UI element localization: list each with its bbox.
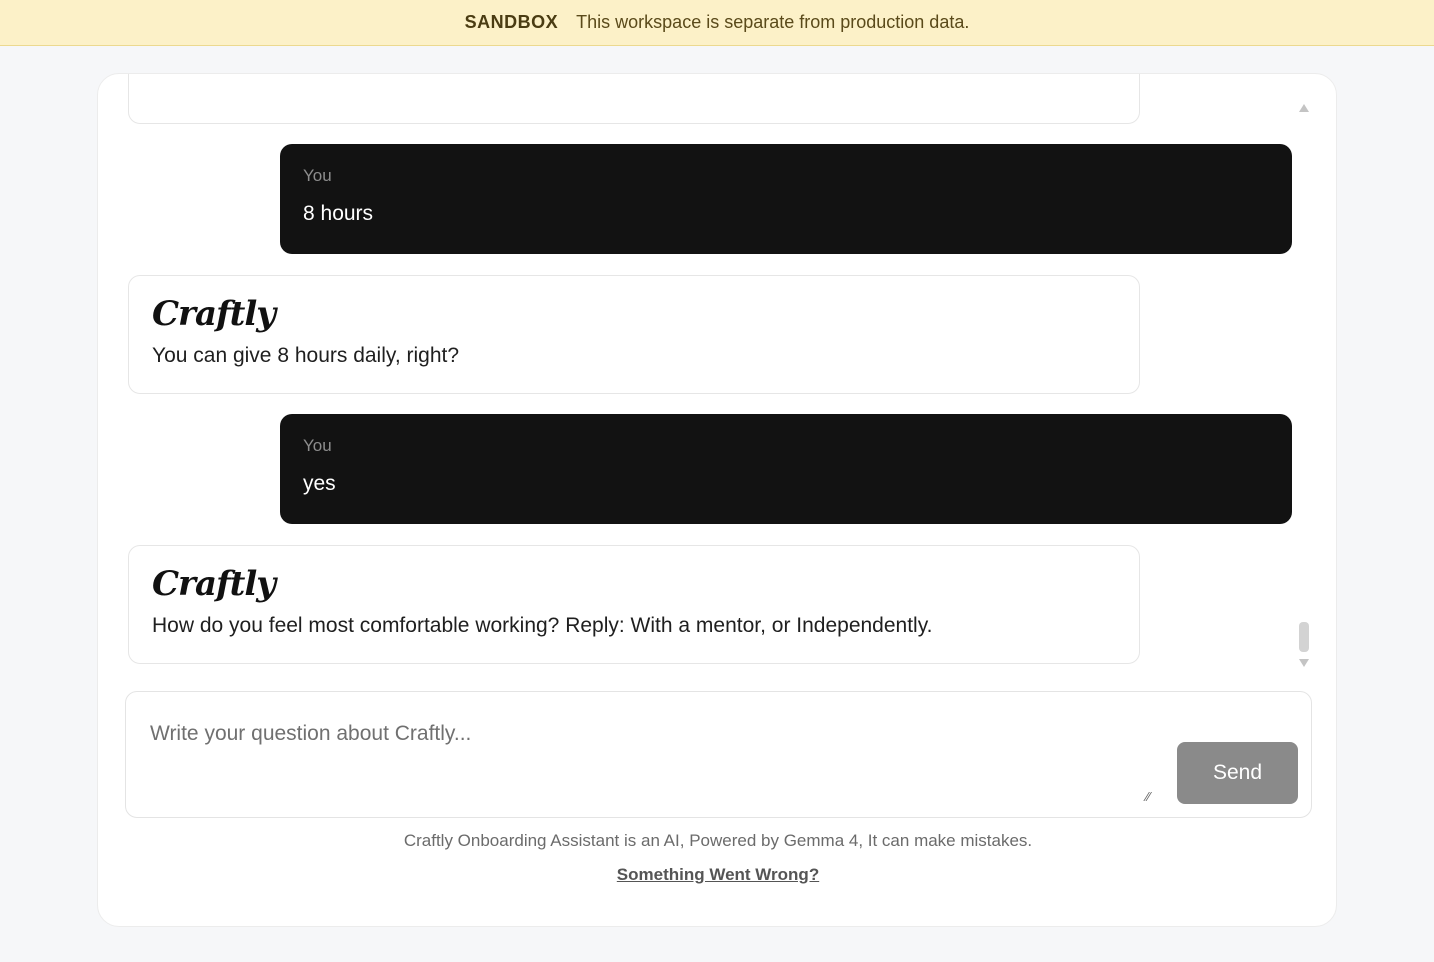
user-label: You <box>303 436 332 455</box>
ai-disclaimer: Craftly Onboarding Assistant is an AI, P… <box>403 831 1033 850</box>
something-went-wrong-link[interactable]: Something Went Wrong? <box>98 865 1338 885</box>
sandbox-message: This workspace is separate from producti… <box>576 12 970 32</box>
resize-handle-icon[interactable]: ⁄⁄ <box>1146 790 1160 804</box>
chat-card: You 8 hours Craftly You can give 8 hours… <box>97 73 1337 927</box>
user-message: You 8 hours <box>280 144 1292 254</box>
bot-message: Craftly You can give 8 hours daily, righ… <box>128 275 1140 394</box>
bot-message-text: You can give 8 hours daily, right? <box>152 344 460 367</box>
question-input[interactable] <box>150 722 1150 802</box>
send-button[interactable]: Send <box>1177 742 1298 804</box>
user-message-text: yes <box>303 472 336 495</box>
bot-message: Craftly How do you feel most comfortable… <box>128 545 1140 664</box>
user-message-text: 8 hours <box>303 202 374 225</box>
craftly-logo: Craftly <box>152 294 276 334</box>
craftly-logo: Craftly <box>152 564 276 604</box>
user-label: You <box>303 166 332 185</box>
bot-message-text: How do you feel most comfortable working… <box>152 614 933 637</box>
sandbox-banner: SANDBOX This workspace is separate from … <box>0 0 1434 46</box>
bot-message-clipped <box>128 74 1140 124</box>
message-composer: ⁄⁄ Send <box>125 691 1312 818</box>
scrollbar-thumb[interactable] <box>1299 622 1309 652</box>
sandbox-tag: SANDBOX <box>464 12 559 32</box>
user-message: You yes <box>280 414 1292 524</box>
chat-log[interactable]: You 8 hours Craftly You can give 8 hours… <box>98 74 1338 674</box>
scroll-down-arrow-icon[interactable] <box>1299 659 1309 667</box>
scroll-up-arrow-icon[interactable] <box>1299 104 1309 112</box>
